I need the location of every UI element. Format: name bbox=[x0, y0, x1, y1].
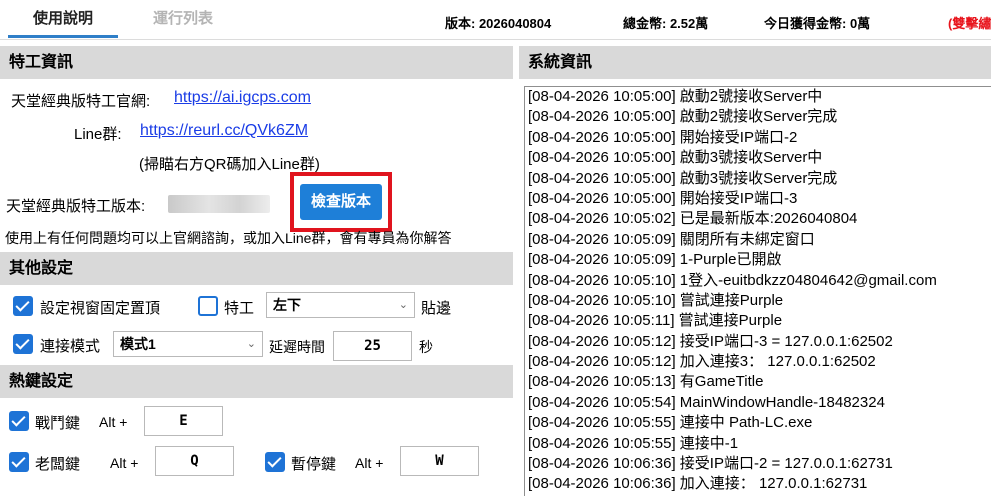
log-line: [08-04-2026 10:05:55] 連接中-1 bbox=[528, 434, 739, 452]
total-coins-readout: 總金幣: 2.52萬 bbox=[623, 16, 709, 31]
system-info-header: 系統資訊 bbox=[519, 46, 991, 79]
boss-key-modifier: Alt + bbox=[110, 455, 139, 471]
dock-position-select[interactable]: 左下 ⌄ bbox=[266, 292, 415, 318]
connect-mode-value: 模式1 bbox=[120, 336, 156, 352]
delay-unit: 秒 bbox=[419, 339, 433, 355]
battle-key-checkbox[interactable] bbox=[9, 411, 29, 431]
battle-key-modifier: Alt + bbox=[99, 414, 128, 430]
dock-position-value: 左下 bbox=[273, 297, 301, 313]
log-line: [08-04-2026 10:05:00] 啟動2號接收Server完成 bbox=[528, 108, 838, 126]
mode-badge: (雙擊繡 bbox=[948, 16, 991, 31]
boss-key-checkbox[interactable] bbox=[9, 452, 29, 472]
today-coins-readout: 今日獲得金幣: 0萬 bbox=[764, 16, 871, 31]
boss-key-label: 老闆鍵 bbox=[35, 456, 81, 473]
qr-hint: (掃瞄右方QR碼加入Line群) bbox=[139, 156, 320, 173]
other-settings-header: 其他設定 bbox=[0, 252, 513, 285]
check-version-button[interactable]: 檢查版本 bbox=[300, 184, 382, 220]
agent-info-header: 特工資訊 bbox=[0, 46, 513, 79]
log-line: [08-04-2026 10:05:12] 接受IP端口-3 = 127.0.0… bbox=[528, 332, 893, 350]
delay-input[interactable]: 25 bbox=[333, 331, 412, 361]
log-line: [08-04-2026 10:05:00] 啟動3號接收Server中 bbox=[528, 149, 823, 167]
official-site-label: 天堂經典版特工官網: bbox=[11, 93, 151, 110]
log-line: [08-04-2026 10:05:09] 關閉所有未綁定窗口 bbox=[528, 230, 815, 248]
pause-key-checkbox[interactable] bbox=[265, 452, 285, 472]
log-line: [08-04-2026 10:05:09] 1-Purple已開啟 bbox=[528, 251, 782, 269]
log-line: [08-04-2026 10:05:54] MainWindowHandle-1… bbox=[528, 393, 885, 411]
pin-window-checkbox[interactable] bbox=[13, 296, 33, 316]
blurred-version-value bbox=[168, 195, 270, 213]
battle-key-label: 戰鬥鍵 bbox=[35, 415, 81, 432]
connect-mode-checkbox[interactable] bbox=[13, 334, 33, 354]
log-line: [08-04-2026 10:05:02] 已是最新版本:2026040804 bbox=[528, 210, 858, 228]
connect-mode-label: 連接模式 bbox=[40, 338, 101, 355]
top-bar: 使用說明 運行列表 版本: 2026040804 總金幣: 2.52萬 今日獲得… bbox=[0, 0, 991, 40]
pause-key-modifier: Alt + bbox=[355, 455, 384, 471]
boss-key-input[interactable]: Q bbox=[155, 446, 234, 476]
help-text: 使用上有任何問題均可以上官網諮詢，或加入Line群，會有專員為你解答 bbox=[5, 230, 452, 246]
battle-key-input[interactable]: E bbox=[144, 406, 223, 436]
pause-key-label: 暫停鍵 bbox=[291, 456, 337, 473]
delay-label: 延遲時間 bbox=[269, 339, 325, 355]
agent-label: 特工 bbox=[224, 300, 255, 317]
tab-run-list[interactable]: 運行列表 bbox=[128, 0, 238, 38]
connect-mode-select[interactable]: 模式1 ⌄ bbox=[113, 331, 263, 357]
log-line: [08-04-2026 10:05:00] 開始接受IP端口-3 bbox=[528, 189, 798, 207]
chevron-down-icon: ⌄ bbox=[398, 299, 408, 311]
line-group-link[interactable]: https://reurl.cc/QVk6ZM bbox=[140, 122, 308, 140]
pin-window-label: 設定視窗固定置頂 bbox=[40, 300, 161, 317]
log-line: [08-04-2026 10:06:36] 加入連接： 127.0.0.1:62… bbox=[528, 475, 868, 493]
chevron-down-icon: ⌄ bbox=[246, 338, 256, 350]
version-readout: 版本: 2026040804 bbox=[445, 16, 552, 31]
line-group-label: Line群: bbox=[74, 126, 122, 143]
log-line: [08-04-2026 10:05:00] 啟動2號接收Server中 bbox=[528, 88, 823, 105]
agent-checkbox[interactable] bbox=[198, 296, 218, 316]
dock-suffix: 貼邊 bbox=[421, 300, 452, 317]
log-line: [08-04-2026 10:05:12] 加入連接3： 127.0.0.1:6… bbox=[528, 353, 876, 371]
log-line: [08-04-2026 10:05:55] 連接中 Path-LC.exe bbox=[528, 414, 813, 432]
log-line: [08-04-2026 10:05:11] 嘗試連接Purple bbox=[528, 312, 783, 330]
tab-help[interactable]: 使用說明 bbox=[8, 0, 118, 38]
log-line: [08-04-2026 10:06:36] 接受IP端口-2 = 127.0.0… bbox=[528, 455, 893, 473]
agent-version-label: 天堂經典版特工版本: bbox=[6, 198, 146, 215]
system-log[interactable]: [08-04-2026 10:05:00] 啟動2號接收Server中 [08-0… bbox=[524, 86, 991, 496]
official-site-link[interactable]: https://ai.igcps.com bbox=[174, 89, 311, 107]
log-line: [08-04-2026 10:05:00] 開始接受IP端口-2 bbox=[528, 128, 798, 146]
log-line: [08-04-2026 10:05:10] 嘗試連接Purple bbox=[528, 291, 784, 309]
log-line: [08-04-2026 10:05:10] 1登入-euitbdkzz04804… bbox=[528, 271, 937, 289]
pause-key-input[interactable]: W bbox=[400, 446, 479, 476]
log-line: [08-04-2026 10:05:13] 有GameTitle bbox=[528, 373, 764, 391]
log-line: [08-04-2026 10:05:00] 啟動3號接收Server完成 bbox=[528, 169, 838, 187]
hotkeys-header: 熱鍵設定 bbox=[0, 365, 513, 398]
